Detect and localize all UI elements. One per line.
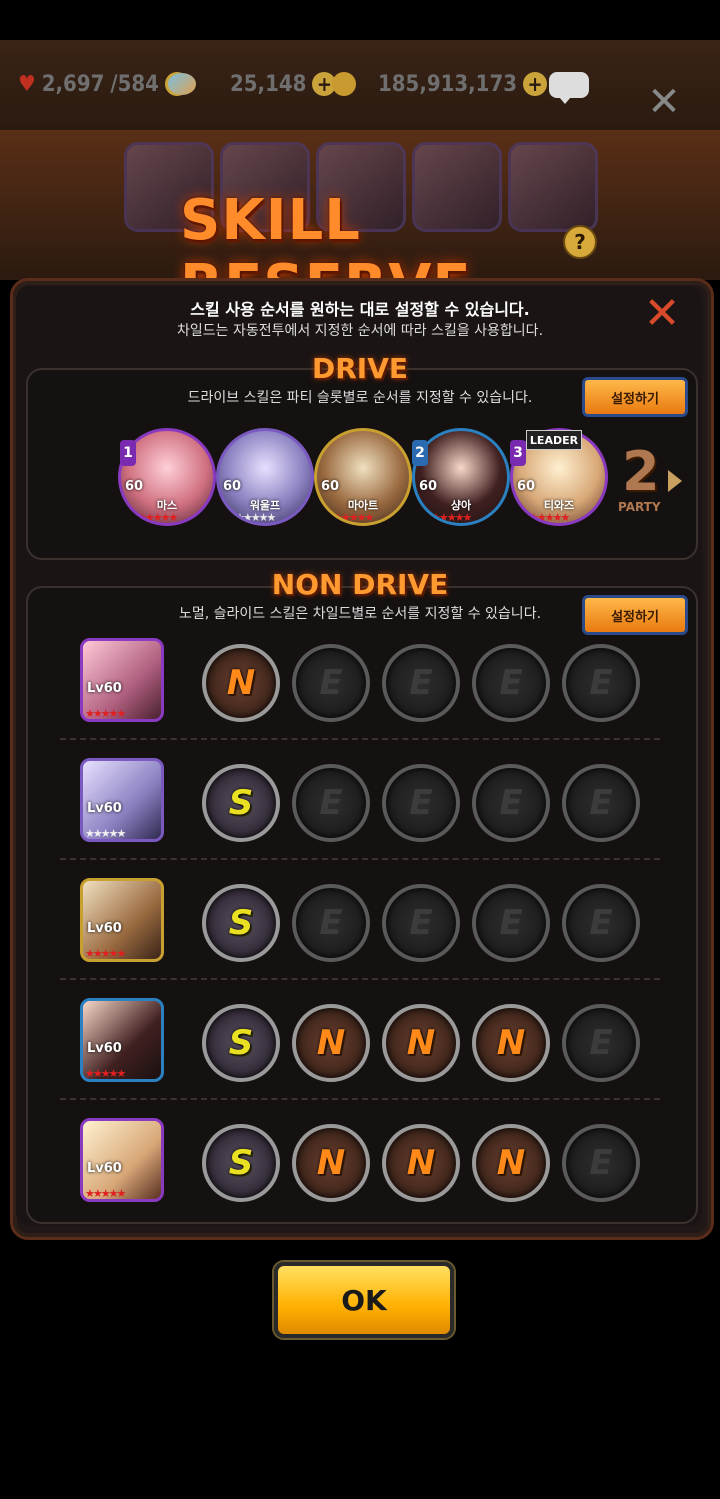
- stamina-display: ♥ 2,697/584 +: [18, 68, 189, 100]
- empty-skill-slot[interactable]: E: [562, 1124, 640, 1202]
- level-label: 60: [517, 479, 536, 494]
- empty-skill-slot[interactable]: E: [382, 884, 460, 962]
- leader-tag: LEADER: [526, 430, 582, 450]
- empty-skill-slot[interactable]: E: [382, 644, 460, 722]
- empty-skill-slot[interactable]: E: [562, 644, 640, 722]
- stamina-value: 2,697: [41, 71, 105, 97]
- character-portrait[interactable]: Lv60 ★★★★★: [80, 758, 164, 842]
- party-number: 2: [622, 440, 660, 503]
- skill-slot[interactable]: S: [202, 884, 280, 962]
- row-divider: [60, 858, 660, 860]
- non-drive-set-button[interactable]: 설정하기: [582, 595, 688, 635]
- star-rating: ★★★★★: [137, 511, 178, 524]
- character-portrait[interactable]: Lv60 ★★★★★: [80, 878, 164, 962]
- gem-value: 25,148: [230, 71, 307, 97]
- empty-skill-slot[interactable]: E: [472, 884, 550, 962]
- skill-slot[interactable]: N: [382, 1004, 460, 1082]
- level-label: Lv60: [87, 921, 122, 936]
- star-rating: ★★★★★: [85, 1067, 126, 1080]
- star-rating: ★★★★★: [431, 511, 472, 524]
- ok-button[interactable]: OK: [274, 1262, 454, 1338]
- star-rating: ★★★★★: [235, 511, 276, 524]
- empty-skill-slot[interactable]: E: [292, 644, 370, 722]
- empty-skill-slot[interactable]: E: [562, 764, 640, 842]
- level-label: Lv60: [87, 1161, 122, 1176]
- row-divider: [60, 978, 660, 980]
- character-portrait[interactable]: Lv60 ★★★★★: [80, 638, 164, 722]
- skill-slot[interactable]: N: [202, 644, 280, 722]
- skill-slot[interactable]: N: [472, 1124, 550, 1202]
- stamina-max: /584: [110, 71, 159, 97]
- star-rating: ★★★★★: [333, 511, 374, 524]
- level-label: 60: [419, 479, 438, 494]
- heart-icon: ♥: [18, 71, 36, 97]
- level-label: 60: [223, 479, 242, 494]
- empty-skill-slot[interactable]: E: [382, 764, 460, 842]
- skill-slot[interactable]: N: [472, 1004, 550, 1082]
- skill-slot[interactable]: N: [292, 1124, 370, 1202]
- close-modal-button[interactable]: ✕: [640, 292, 684, 336]
- skill-slot[interactable]: N: [382, 1124, 460, 1202]
- star-rating: ★★★★★: [529, 511, 570, 524]
- row-divider: [60, 1098, 660, 1100]
- empty-skill-slot[interactable]: E: [292, 764, 370, 842]
- row-divider: [60, 738, 660, 740]
- modal-subtitle: 스킬 사용 순서를 원하는 대로 설정할 수 있습니다.: [190, 300, 530, 319]
- drive-slot-2[interactable]: 60 워울프 ★★★★★: [216, 428, 314, 526]
- drive-order-badge: 3: [510, 440, 526, 466]
- non-drive-hint: 노멀, 슬라이드 스킬은 차일드별로 순서를 지정할 수 있습니다.: [178, 606, 542, 622]
- skill-slot[interactable]: S: [202, 1124, 280, 1202]
- skill-slot[interactable]: S: [202, 764, 280, 842]
- empty-skill-slot[interactable]: E: [562, 884, 640, 962]
- gem-icon: [168, 73, 196, 95]
- level-label: 60: [321, 479, 340, 494]
- star-rating: ★★★★★: [85, 947, 126, 960]
- skill-slot[interactable]: S: [202, 1004, 280, 1082]
- character-portrait[interactable]: Lv60 ★★★★★: [80, 998, 164, 1082]
- empty-skill-slot[interactable]: E: [562, 1004, 640, 1082]
- non-drive-title: NON DRIVE: [271, 568, 449, 601]
- empty-skill-slot[interactable]: E: [292, 884, 370, 962]
- star-rating: ★★★★★: [85, 827, 126, 840]
- gold-display: 185,913,173 +: [332, 68, 547, 100]
- add-gold-button[interactable]: +: [522, 72, 547, 96]
- star-rating: ★★★★★: [85, 707, 126, 720]
- drive-hint: 드라이브 스킬은 파티 슬롯별로 순서를 지정할 수 있습니다.: [187, 390, 533, 406]
- modal-description: 차일드는 자동전투에서 지정한 순서에 따라 스킬을 사용합니다.: [176, 323, 544, 339]
- character-portrait[interactable]: Lv60 ★★★★★: [80, 1118, 164, 1202]
- next-party-arrow-icon[interactable]: [668, 470, 682, 492]
- drive-order-badge: 1: [120, 440, 136, 466]
- drive-order-badge: 2: [412, 440, 428, 466]
- gold-coin-icon: [332, 72, 356, 96]
- level-label: 60: [125, 479, 144, 494]
- empty-skill-slot[interactable]: E: [472, 764, 550, 842]
- gold-value: 185,913,173: [378, 71, 517, 97]
- chat-icon[interactable]: [549, 72, 589, 104]
- drive-title: DRIVE: [311, 352, 409, 385]
- level-label: Lv60: [87, 801, 122, 816]
- party-label: PARTY: [618, 500, 661, 514]
- level-label: Lv60: [87, 1041, 122, 1056]
- drive-set-button[interactable]: 설정하기: [582, 377, 688, 417]
- help-button[interactable]: ?: [563, 225, 597, 259]
- level-label: Lv60: [87, 681, 122, 696]
- drive-slot-3[interactable]: 60 마아트 ★★★★★: [314, 428, 412, 526]
- close-icon[interactable]: ✕: [646, 82, 682, 122]
- star-rating: ★★★★★: [85, 1187, 126, 1200]
- skill-slot[interactable]: N: [292, 1004, 370, 1082]
- gem-display: 25,148 +: [168, 68, 337, 100]
- empty-skill-slot[interactable]: E: [472, 644, 550, 722]
